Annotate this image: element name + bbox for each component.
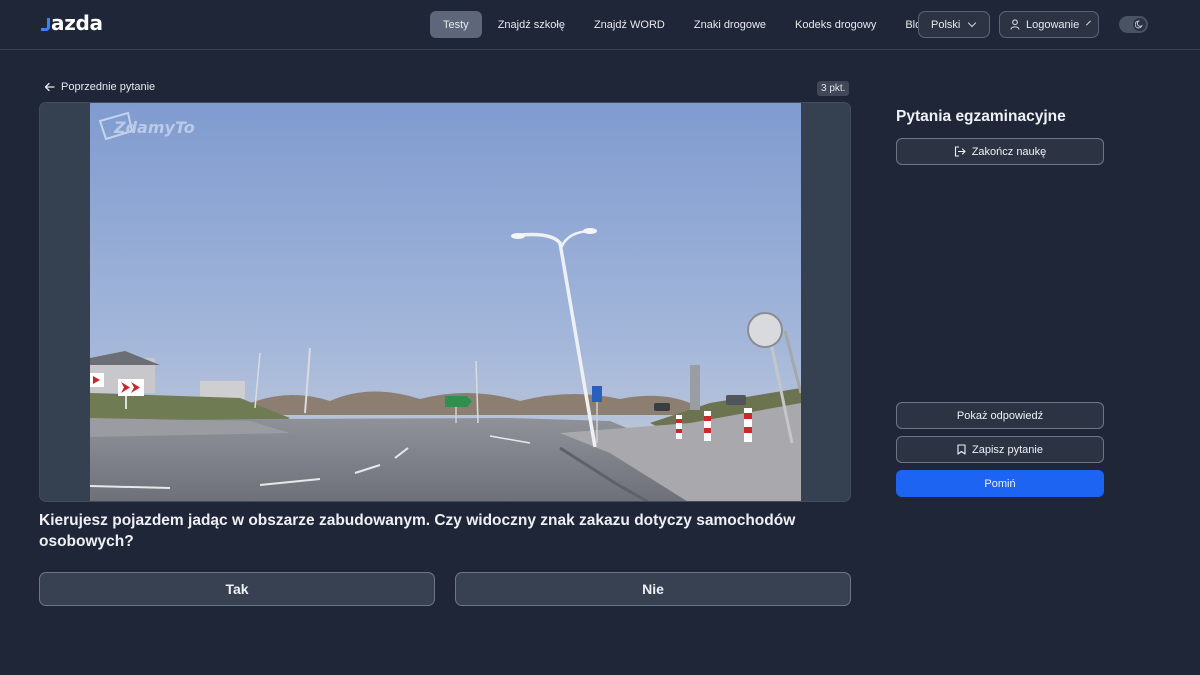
logo[interactable]: azda — [41, 11, 103, 35]
theme-toggle[interactable] — [1119, 16, 1148, 33]
save-question-label: Zapisz pytanie — [972, 443, 1043, 456]
question-text: Kierujesz pojazdem jadąc w obszarze zabu… — [39, 512, 796, 550]
bookmark-icon — [957, 444, 966, 455]
arrow-left-icon — [44, 82, 55, 92]
chevron-down-icon — [1086, 20, 1092, 26]
language-label: Polski — [931, 18, 961, 31]
logout-icon — [954, 146, 966, 157]
previous-question-link[interactable]: Poprzednie pytanie — [44, 81, 155, 93]
moon-icon — [1135, 20, 1143, 29]
answer-yes-button[interactable]: Tak — [39, 572, 435, 606]
language-select[interactable]: Polski — [918, 11, 990, 38]
question-media: ZdamyTo — [39, 102, 851, 502]
end-learning-button[interactable]: Zakończ naukę — [896, 138, 1104, 165]
chevron-down-icon — [968, 18, 977, 28]
main-nav: Testy Znajdź szkołę Znajdź WORD Znaki dr… — [430, 11, 943, 38]
end-learning-label: Zakończ naukę — [971, 145, 1047, 158]
logo-mark-icon — [41, 17, 50, 31]
skip-button[interactable]: Pomiń — [896, 470, 1104, 497]
nav-traffic-code[interactable]: Kodeks drogowy — [782, 11, 889, 38]
answer-no-button[interactable]: Nie — [455, 572, 851, 606]
svg-text:ZdamyTo: ZdamyTo — [113, 118, 195, 137]
toggle-knob — [1133, 18, 1146, 31]
top-navbar: azda Testy Znajdź szkołę Znajdź WORD Zna… — [0, 0, 1200, 50]
show-answer-button[interactable]: Pokaż odpowiedź — [896, 402, 1104, 429]
nav-testy[interactable]: Testy — [430, 11, 482, 38]
save-question-button[interactable]: Zapisz pytanie — [896, 436, 1104, 463]
previous-question-label: Poprzednie pytanie — [61, 81, 156, 93]
user-icon — [1010, 19, 1020, 30]
sidebar-title: Pytania egzaminacyjne — [896, 108, 1066, 125]
road-scene-image: ZdamyTo — [90, 103, 801, 501]
points-badge: 3 pkt. — [817, 81, 850, 96]
logo-text: azda — [51, 11, 103, 35]
login-dropdown[interactable]: Logowanie — [999, 11, 1099, 38]
nav-find-word[interactable]: Znajdź WORD — [581, 11, 678, 38]
nav-find-school[interactable]: Znajdź szkołę — [485, 11, 578, 38]
nav-road-signs[interactable]: Znaki drogowe — [681, 11, 779, 38]
login-label: Logowanie — [1026, 18, 1080, 31]
